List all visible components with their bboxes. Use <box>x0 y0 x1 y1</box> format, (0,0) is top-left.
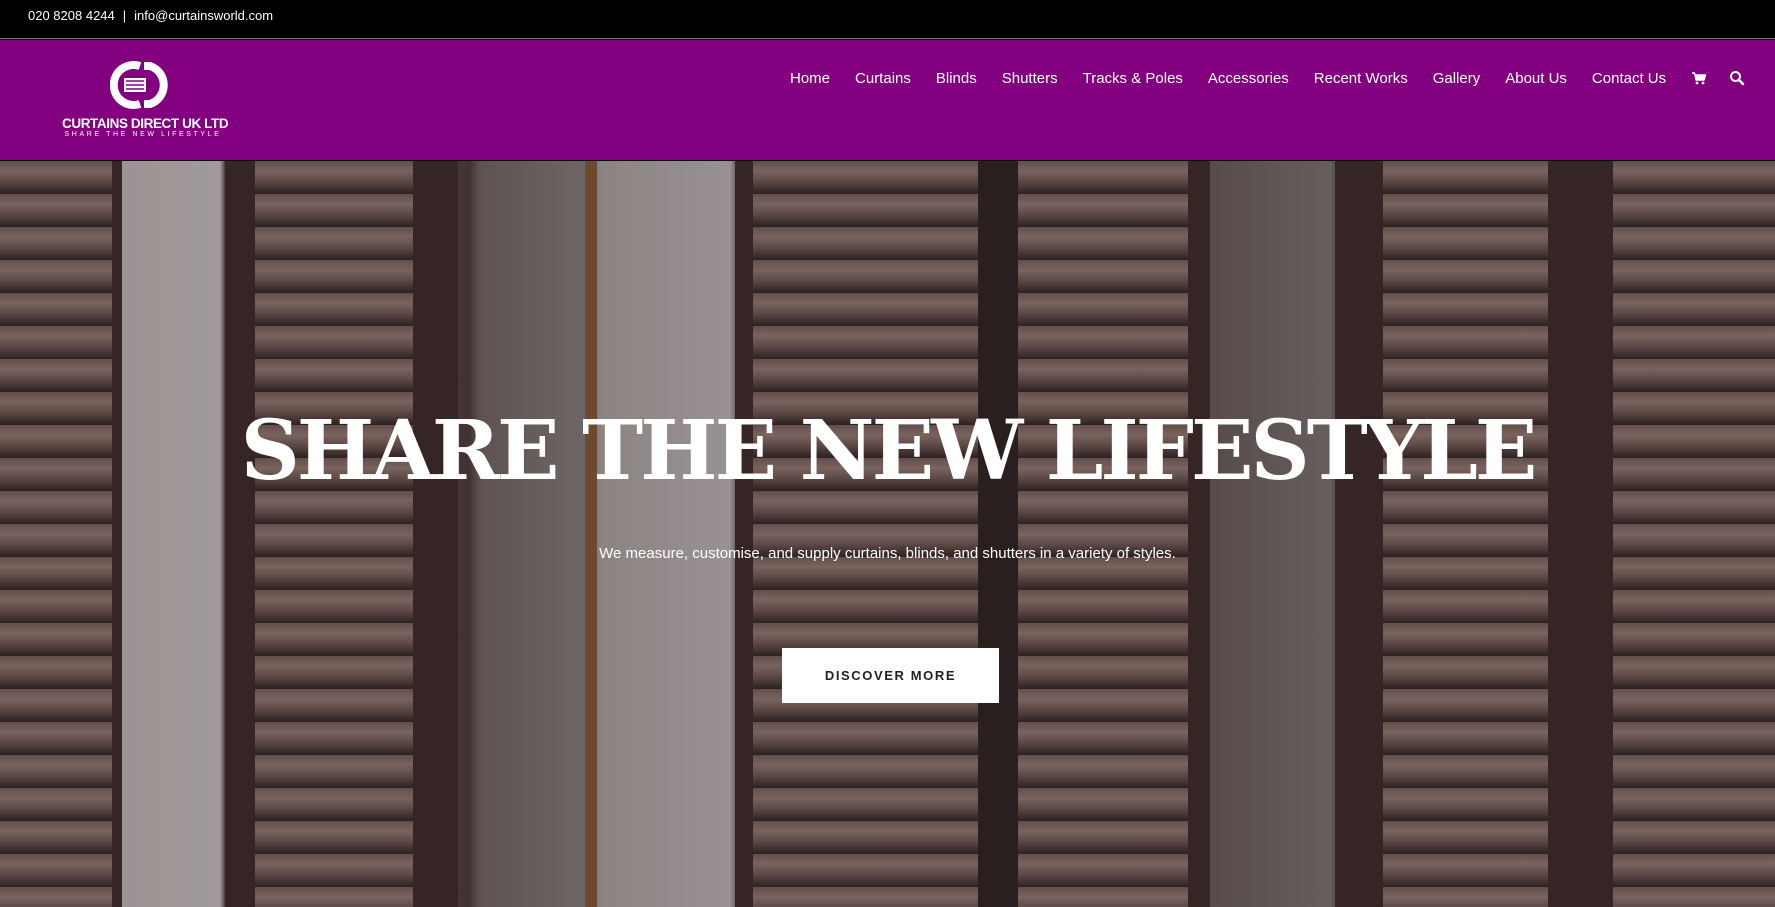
nav-shutters[interactable]: Shutters <box>1002 70 1058 87</box>
discover-more-button[interactable]: DISCOVER MORE <box>782 648 999 703</box>
nav-blinds[interactable]: Blinds <box>936 70 977 87</box>
hero-title: SHARE THE NEW LIFESTYLE <box>240 403 1538 499</box>
site-header: CURTAINS DIRECT UK LTD SHARE THE NEW LIF… <box>0 40 1775 160</box>
nav-about-us[interactable]: About Us <box>1505 70 1567 87</box>
contact-separator: | <box>122 8 127 23</box>
nav-accessories[interactable]: Accessories <box>1208 70 1289 87</box>
cart-icon[interactable] <box>1691 70 1707 86</box>
nav-recent-works[interactable]: Recent Works <box>1314 70 1408 87</box>
logo-tagline: SHARE THE NEW LIFESTYLE <box>64 131 222 138</box>
contact-info: 020 8208 4244 | info@curtainsworld.com <box>28 8 273 23</box>
main-nav: Home Curtains Blinds Shutters Tracks & P… <box>790 64 1767 92</box>
phone-link[interactable]: 020 8208 4244 <box>28 8 115 23</box>
hero-subtitle: We measure, customise, and supply curtai… <box>599 545 1176 562</box>
nav-tracks-poles[interactable]: Tracks & Poles <box>1083 70 1183 87</box>
logo-name: CURTAINS DIRECT UK LTD <box>62 116 229 131</box>
nav-gallery[interactable]: Gallery <box>1433 70 1481 87</box>
hero-overlay <box>0 161 1775 907</box>
search-icon[interactable] <box>1729 70 1745 86</box>
nav-home[interactable]: Home <box>790 70 830 87</box>
top-bar: 020 8208 4244 | info@curtainsworld.com <box>0 0 1775 39</box>
email-link[interactable]: info@curtainsworld.com <box>134 8 273 23</box>
nav-contact-us[interactable]: Contact Us <box>1592 70 1666 87</box>
hero-section: SHARE THE NEW LIFESTYLE We measure, cust… <box>0 161 1775 907</box>
logo-mark-icon <box>110 61 168 109</box>
nav-curtains[interactable]: Curtains <box>855 70 911 87</box>
